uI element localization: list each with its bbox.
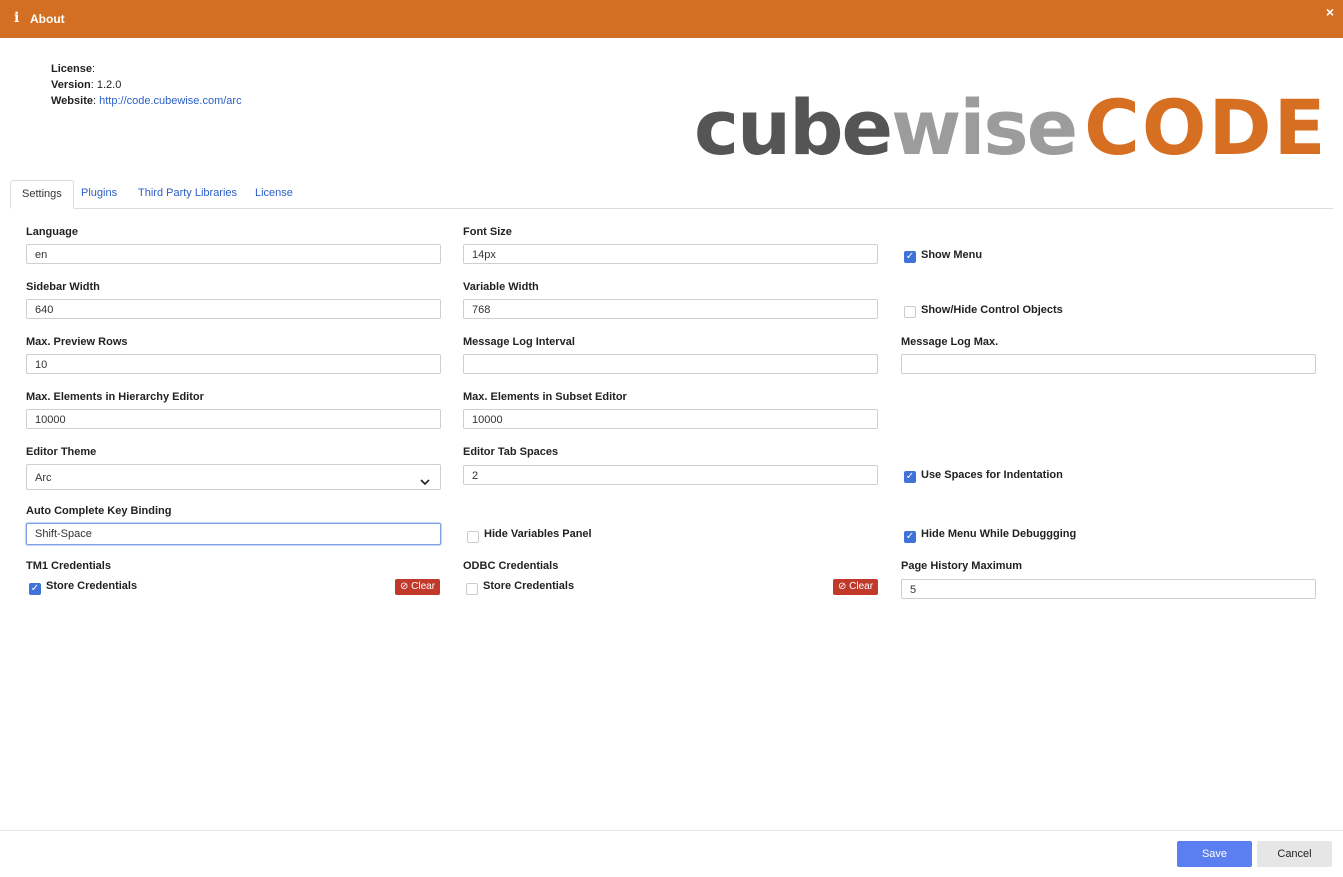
language-label: Language xyxy=(26,226,78,238)
about-info: License: Version: 1.2.0 Website: http://… xyxy=(51,61,242,109)
font-size-input[interactable]: 14px xyxy=(463,244,878,264)
max-subset-input[interactable]: 10000 xyxy=(463,409,878,429)
tm1-store-credentials-label: Store Credentials xyxy=(46,580,138,592)
odbc-credentials-label: ODBC Credentials xyxy=(463,560,559,572)
cancel-button[interactable]: Cancel xyxy=(1257,841,1332,867)
version-value: 1.2.0 xyxy=(96,79,122,91)
save-button[interactable]: Save xyxy=(1177,841,1252,867)
logo-code: CODE xyxy=(1084,83,1328,172)
license-label: License xyxy=(51,63,92,75)
version-row: Version: 1.2.0 xyxy=(51,79,122,91)
hide-variables-checkbox[interactable] xyxy=(467,531,479,543)
hide-menu-debug-label: Hide Menu While Debuggging xyxy=(921,528,1077,540)
message-log-interval-input[interactable] xyxy=(463,354,878,374)
show-menu-checkbox[interactable]: ✓ xyxy=(904,251,916,263)
editor-theme-select[interactable]: Arc xyxy=(26,464,441,490)
tm1-store-credentials-checkbox[interactable]: ✓ xyxy=(29,583,41,595)
logo-wise: wise xyxy=(891,83,1078,172)
info-icon: i xyxy=(14,10,20,26)
font-size-label: Font Size xyxy=(463,226,512,238)
max-preview-rows-input[interactable]: 10 xyxy=(26,354,441,374)
logo-cube: cube xyxy=(694,83,893,172)
variable-width-input[interactable]: 768 xyxy=(463,299,878,319)
cubewise-code-logo: cubewise CODE xyxy=(694,90,1328,166)
message-log-interval-label: Message Log Interval xyxy=(463,336,575,348)
website-link[interactable]: http://code.cubewise.com/arc xyxy=(99,95,241,107)
use-spaces-label: Use Spaces for Indentation xyxy=(921,469,1063,481)
message-log-max-label: Message Log Max. xyxy=(901,336,999,348)
tab-license[interactable]: License xyxy=(244,180,304,207)
auto-complete-input[interactable]: Shift-Space xyxy=(26,523,441,545)
show-hide-control-checkbox[interactable] xyxy=(904,306,916,318)
odbc-clear-button[interactable]: ⊘ Clear xyxy=(833,579,878,595)
license-row: License: xyxy=(51,63,96,75)
odbc-store-credentials-checkbox[interactable] xyxy=(466,583,478,595)
ban-icon: ⊘ xyxy=(837,581,847,592)
website-row: Website: http://code.cubewise.com/arc xyxy=(51,95,242,107)
website-label: Website xyxy=(51,95,93,107)
ban-icon: ⊘ xyxy=(399,581,409,592)
hide-variables-label: Hide Variables Panel xyxy=(484,528,592,540)
tab-settings[interactable]: Settings xyxy=(10,180,74,209)
footer-divider xyxy=(0,830,1343,831)
odbc-clear-label: Clear xyxy=(849,581,874,592)
editor-theme-value: Arc xyxy=(35,472,52,484)
max-subset-label: Max. Elements in Subset Editor xyxy=(463,391,627,403)
editor-tab-spaces-label: Editor Tab Spaces xyxy=(463,446,559,458)
version-label: Version xyxy=(51,79,91,91)
page-history-max-input[interactable]: 5 xyxy=(901,579,1316,599)
auto-complete-label: Auto Complete Key Binding xyxy=(26,505,172,517)
sidebar-width-input[interactable]: 640 xyxy=(26,299,441,319)
tm1-clear-label: Clear xyxy=(411,581,436,592)
message-log-max-input[interactable] xyxy=(901,354,1316,374)
odbc-store-credentials-label: Store Credentials xyxy=(483,580,575,592)
max-hierarchy-label: Max. Elements in Hierarchy Editor xyxy=(26,391,204,403)
tab-bar: Settings Plugins Third Party Libraries L… xyxy=(10,180,1333,209)
chevron-down-icon xyxy=(420,471,430,497)
close-button[interactable]: × xyxy=(1326,4,1334,20)
show-hide-control-label: Show/Hide Control Objects xyxy=(921,304,1063,316)
title-bar: i About × xyxy=(0,0,1343,38)
max-hierarchy-input[interactable]: 10000 xyxy=(26,409,441,429)
editor-theme-label: Editor Theme xyxy=(26,446,97,458)
use-spaces-checkbox[interactable]: ✓ xyxy=(904,471,916,483)
show-menu-label: Show Menu xyxy=(921,249,983,261)
max-preview-rows-label: Max. Preview Rows xyxy=(26,336,128,348)
tab-plugins[interactable]: Plugins xyxy=(70,180,128,207)
hide-menu-debug-checkbox[interactable]: ✓ xyxy=(904,531,916,543)
dialog-title: About xyxy=(30,12,65,26)
variable-width-label: Variable Width xyxy=(463,281,539,293)
editor-tab-spaces-input[interactable]: 2 xyxy=(463,465,878,485)
tab-third-party-libraries[interactable]: Third Party Libraries xyxy=(127,180,248,207)
page-history-max-label: Page History Maximum xyxy=(901,560,1023,572)
tm1-clear-button[interactable]: ⊘ Clear xyxy=(395,579,440,595)
tm1-credentials-label: TM1 Credentials xyxy=(26,560,111,572)
sidebar-width-label: Sidebar Width xyxy=(26,281,100,293)
language-input[interactable]: en xyxy=(26,244,441,264)
